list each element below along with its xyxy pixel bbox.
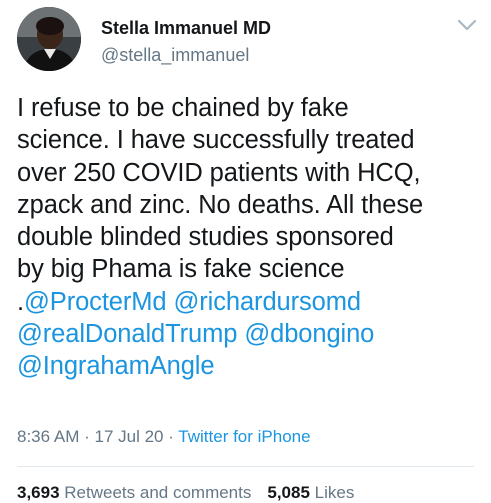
meta-separator: · [79, 427, 95, 446]
tweet-mentions-line: .@ProcterMd @richardursomd [17, 286, 485, 318]
likes-count: 5,085 [267, 483, 310, 502]
tweet-mentions-line: @realDonaldTrump @dbongino [17, 318, 485, 350]
tweet-source-link[interactable]: Twitter for iPhone [178, 427, 310, 446]
mention-prefix: . [17, 287, 24, 316]
meta-separator: · [163, 427, 179, 446]
avatar-photo [17, 7, 81, 71]
retweets-label: Retweets and comments [64, 483, 252, 502]
tweet-text-line: over 250 COVID patients with HCQ, [17, 158, 421, 187]
retweets-count: 3,693 [17, 483, 60, 502]
tweet-metadata: 8:36 AM · 17 Jul 20 · Twitter for iPhone [17, 427, 311, 447]
retweets-stat[interactable]: 3,693 Retweets and comments [17, 483, 251, 502]
author-display-name[interactable]: Stella Immanuel MD [101, 18, 271, 39]
mention-link-ingrahamangle[interactable]: @IngrahamAngle [17, 352, 215, 380]
tweet-date[interactable]: 17 Jul 20 [94, 427, 163, 446]
mention-link-realdonaldtrump[interactable]: @realDonaldTrump [17, 320, 237, 348]
divider [17, 466, 474, 467]
tweet-stats: 3,693 Retweets and comments 5,085 Likes [17, 483, 354, 503]
mention-link-dbongino[interactable]: @dbongino [244, 320, 374, 348]
avatar[interactable] [17, 7, 81, 71]
tweet-text: I refuse to be chained by fake science. … [17, 92, 485, 383]
tweet-text-line: double blinded studies sponsored [17, 223, 394, 252]
tweet-text-line: I refuse to be chained by fake [17, 94, 349, 122]
likes-stat[interactable]: 5,085 Likes [267, 483, 354, 502]
tweet-time[interactable]: 8:36 AM [17, 427, 79, 446]
chevron-down-icon[interactable] [456, 17, 478, 33]
mention-link-richardursomd[interactable]: @richardursomd [174, 288, 362, 316]
tweet-text-line: by big Phama is fake science [17, 255, 345, 284]
tweet-text-line: science. I have successfully treated [17, 126, 415, 155]
likes-label: Likes [314, 483, 355, 502]
author-handle[interactable]: @stella_immanuel [101, 45, 249, 66]
tweet-mentions-line: @IngrahamAngle [17, 350, 485, 382]
tweet-card: Stella Immanuel MD @stella_immanuel I re… [0, 0, 491, 503]
mention-link-proctermd[interactable]: @ProcterMd [24, 288, 167, 316]
tweet-text-line: zpack and zinc. No deaths. All these [17, 190, 424, 219]
